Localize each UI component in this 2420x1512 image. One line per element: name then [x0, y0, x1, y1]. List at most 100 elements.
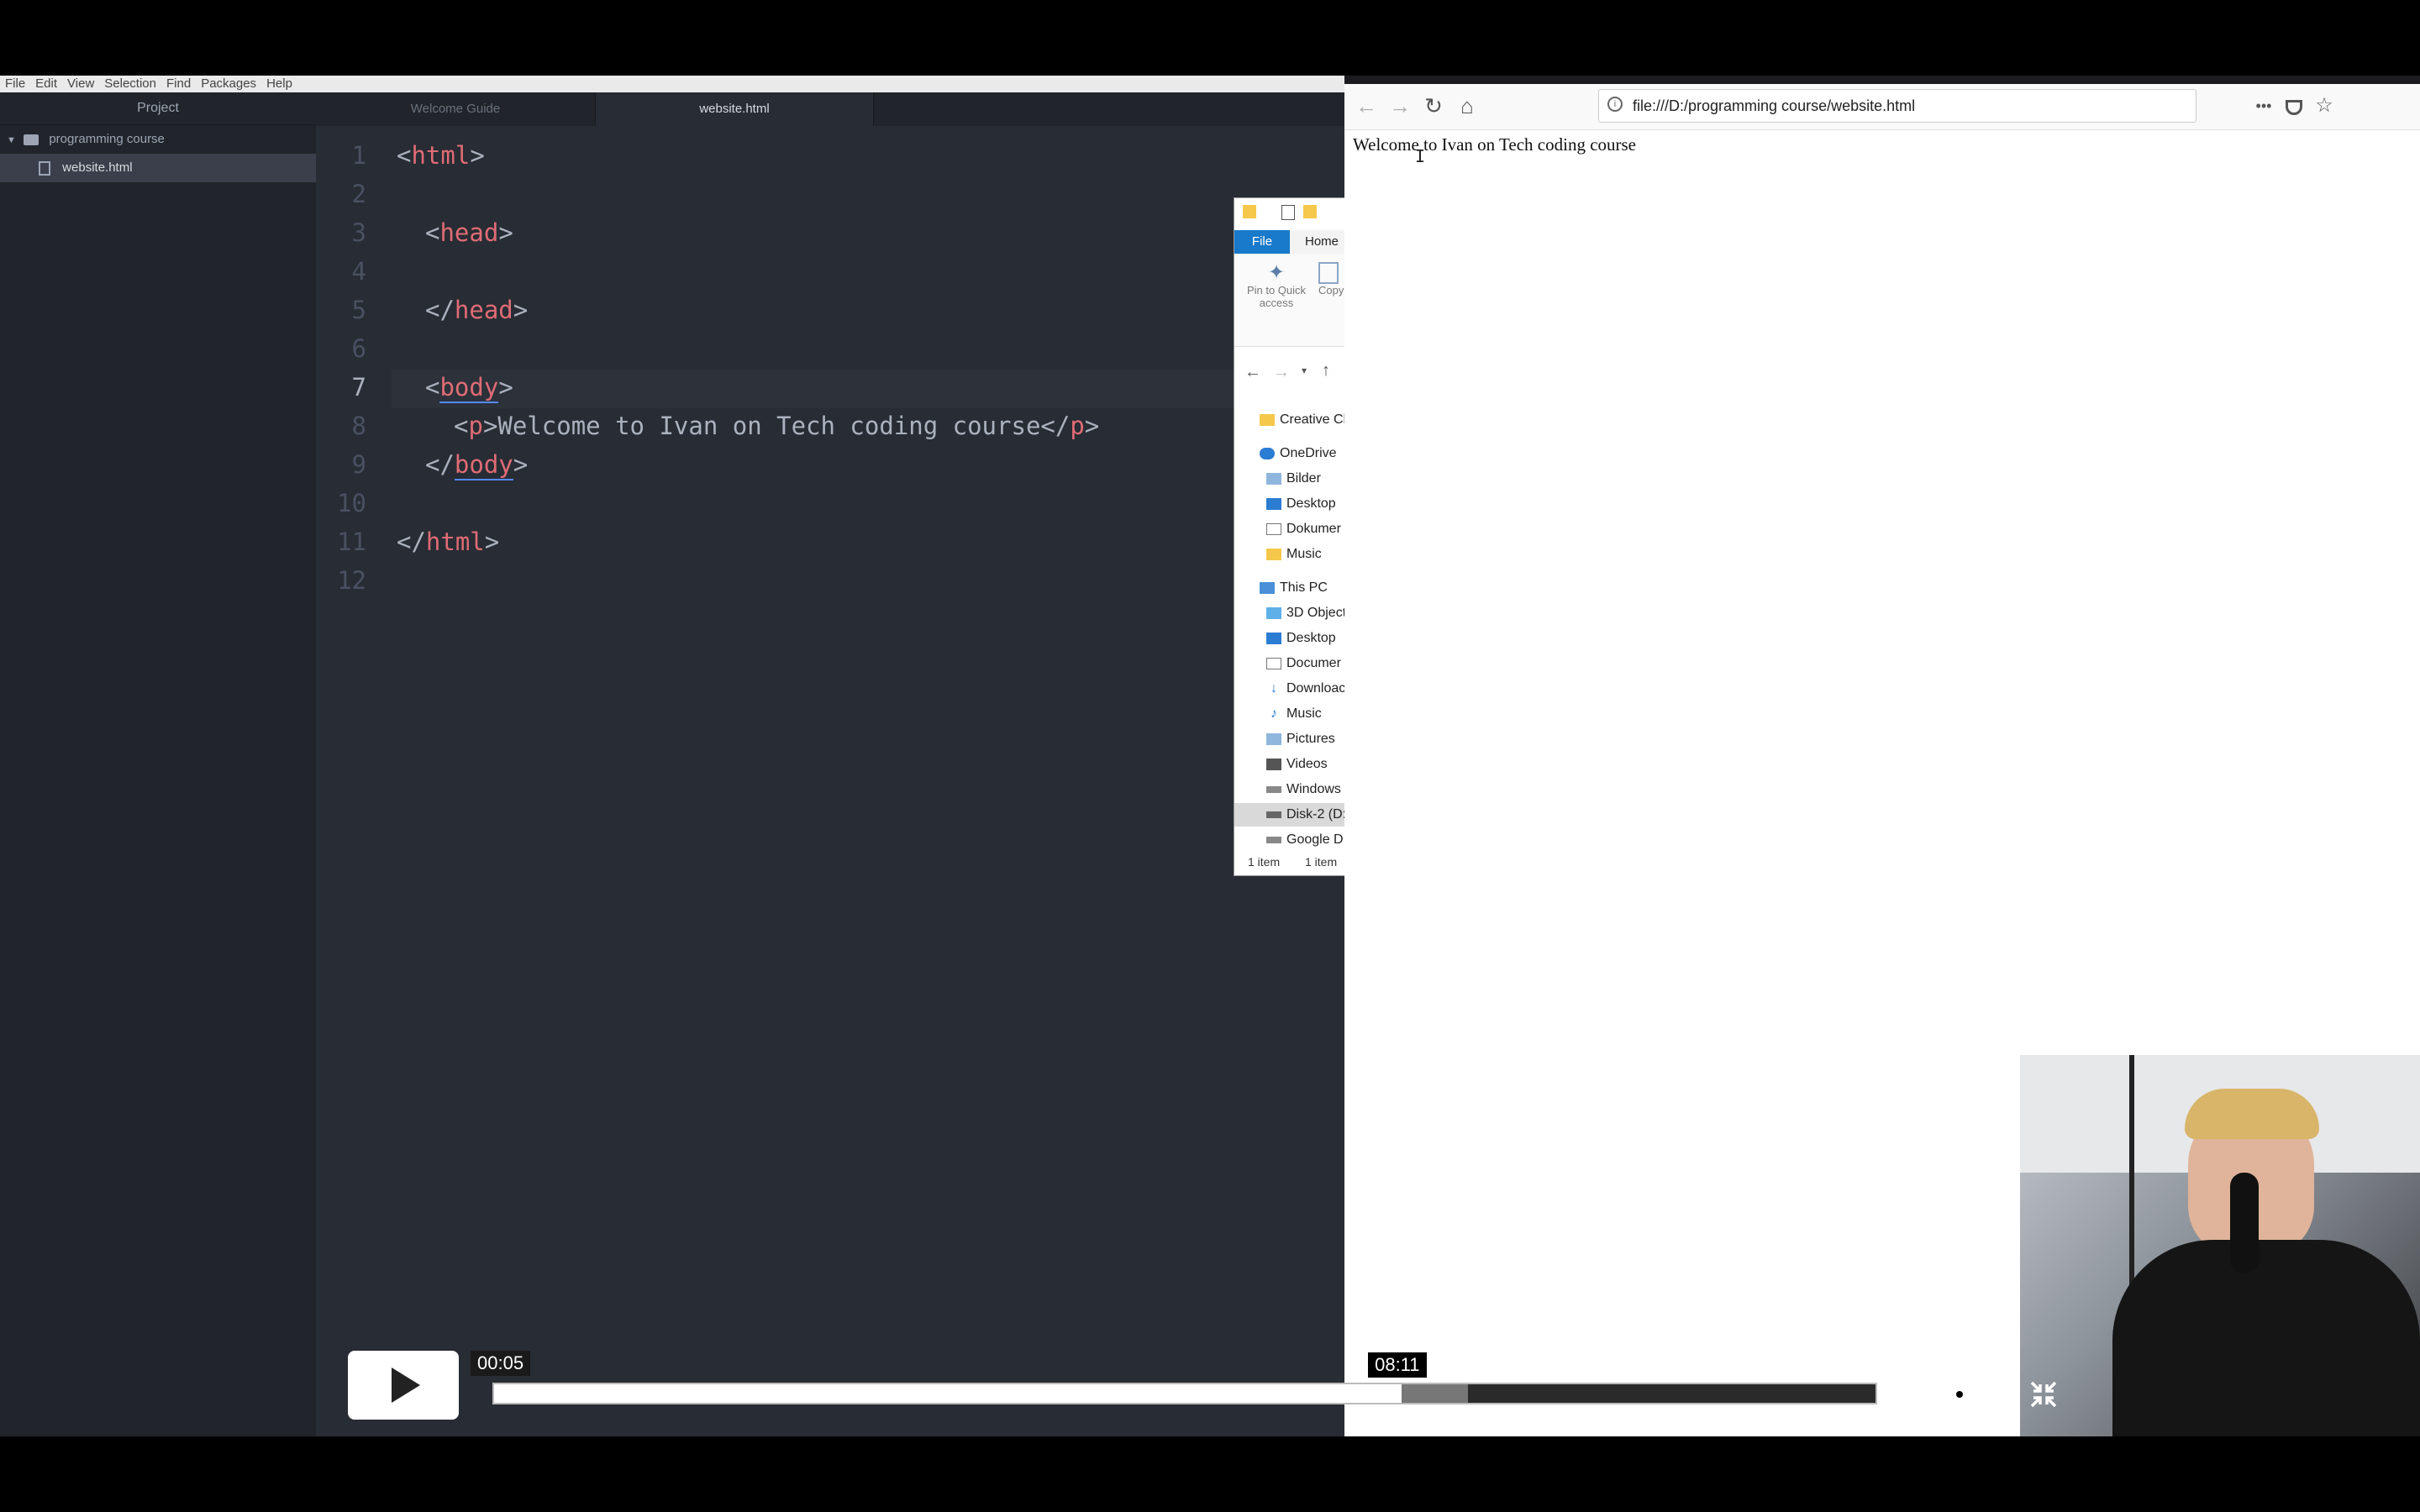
info-icon[interactable]: i [1607, 97, 1623, 112]
play-icon [392, 1368, 420, 1403]
nav-item[interactable]: Music [1234, 543, 1345, 566]
url-text: file:///D:/programming course/website.ht… [1633, 97, 1916, 114]
menu-edit[interactable]: Edit [30, 76, 62, 92]
download-icon: ↓ [1270, 680, 1277, 696]
code-line-11: </html> [397, 528, 500, 556]
text-cursor-icon: I [1415, 146, 1426, 166]
progress-played [494, 1384, 1402, 1403]
nav-item[interactable]: ♪ Music [1234, 702, 1345, 726]
line-number: 6 [351, 334, 366, 363]
nav-item[interactable]: This PC [1234, 576, 1345, 600]
pocket-icon[interactable] [2281, 92, 2307, 119]
nav-item[interactable]: OneDrive [1234, 442, 1345, 465]
chevron-down-icon: ▼ [7, 135, 16, 145]
exit-fullscreen-icon[interactable] [2027, 1378, 2060, 1411]
ribbon-file-tab[interactable]: File [1234, 230, 1290, 254]
more-actions-icon[interactable]: ••• [2250, 92, 2277, 119]
nav-item[interactable]: Google D [1234, 828, 1345, 852]
back-arrow-icon[interactable]: ← [1244, 363, 1261, 382]
status-item-count-2: 1 item [1305, 855, 1338, 869]
play-button[interactable] [348, 1351, 459, 1420]
menu-selection[interactable]: Selection [99, 76, 161, 92]
nav-item[interactable]: ↓ Downloac [1234, 677, 1345, 701]
pin-quick-access-button[interactable]: ✦ Pin to Quick access [1246, 262, 1307, 310]
ribbon-tabs: File Home [1234, 230, 1345, 254]
nav-item[interactable]: Desktop [1234, 627, 1345, 650]
nav-item[interactable]: Bilder [1234, 467, 1345, 491]
line-number: 9 [351, 450, 366, 479]
drive-icon [1266, 836, 1281, 843]
line-number: 11 [337, 528, 366, 556]
explorer-nav: ← → ▾ ↑ [1234, 358, 1345, 391]
tree-file-label: website.html [62, 160, 133, 175]
explorer-titlebar [1234, 198, 1345, 228]
forward-arrow-icon[interactable]: → [1386, 92, 1413, 119]
code-editor-window: File Edit View Selection Find Packages Help Pr… [0, 76, 1344, 1436]
line-number: 10 [337, 489, 366, 517]
copy-icon [1318, 262, 1339, 284]
menu-file[interactable]: File [0, 76, 30, 92]
nav-item[interactable]: Videos [1234, 753, 1345, 776]
nav-item[interactable]: 3D Object [1234, 601, 1345, 625]
line-number: 7 [351, 373, 366, 402]
chevron-down-icon[interactable]: ▾ [1302, 365, 1307, 376]
folder-icon [1266, 548, 1281, 560]
menu-view[interactable]: View [62, 76, 99, 92]
hover-time-tooltip: 08:11 [1366, 1351, 1428, 1379]
desktop-icon [1266, 632, 1281, 644]
current-line-highlight [392, 370, 1344, 408]
line-number: 4 [351, 257, 366, 286]
menu-help[interactable]: Help [261, 76, 297, 92]
project-tree-title: Project [0, 92, 316, 125]
music-icon: ♪ [1270, 706, 1277, 721]
copy-button[interactable]: Copy [1318, 262, 1344, 297]
nav-item-selected[interactable]: Disk-2 (D: [1234, 803, 1345, 827]
code-area[interactable]: <html> <head> </head> <body> <p>Welcome … [392, 126, 1344, 1436]
tree-folder-programming-course[interactable]: ▼ programming course [0, 125, 316, 154]
nav-item[interactable]: Windows [1234, 778, 1345, 801]
file-explorer-window: File Home ✦ Pin to Quick access Copy ← →… [1234, 197, 1346, 876]
current-time: 00:05 [471, 1351, 531, 1376]
progress-bar[interactable] [492, 1383, 1877, 1404]
url-bar[interactable]: i file:///D:/programming course/website.… [1598, 89, 2196, 123]
nav-item[interactable]: Creative Cl [1234, 408, 1345, 432]
presenter-body [2112, 1240, 2420, 1436]
pin-label-2: access [1259, 297, 1294, 309]
tab-welcome-guide[interactable]: Welcome Guide [316, 92, 596, 126]
drive-icon [1266, 785, 1281, 793]
line-number: 3 [351, 218, 366, 247]
line-number-gutter: 1 2 3 4 5 6 7 8 9 10 11 12 [316, 126, 392, 1436]
ribbon-home-tab[interactable]: Home [1305, 230, 1339, 254]
copy-label: Copy [1318, 284, 1344, 297]
status-item-count: 1 item [1248, 855, 1281, 869]
microphone-icon [2230, 1173, 2259, 1273]
cloud-icon [1260, 447, 1275, 459]
folder-icon [1260, 413, 1275, 426]
up-arrow-icon[interactable]: ↑ [1322, 361, 1330, 381]
nav-item[interactable]: Pictures [1234, 727, 1345, 751]
tree-file-website-html[interactable]: website.html [0, 154, 316, 182]
home-icon[interactable]: ⌂ [1454, 92, 1481, 119]
document-icon [1266, 522, 1281, 535]
menu-packages[interactable]: Packages [196, 76, 261, 92]
back-arrow-icon[interactable]: ← [1353, 92, 1380, 119]
menu-find[interactable]: Find [161, 76, 196, 92]
nav-item[interactable]: Dokumer [1234, 517, 1345, 541]
settings-gear-icon[interactable] [1943, 1378, 1976, 1411]
nav-item[interactable]: Desktop [1234, 492, 1345, 516]
reload-icon[interactable]: ↻ [1420, 92, 1447, 119]
code-line-1: <html> [397, 141, 485, 170]
tab-website-html[interactable]: website.html [596, 92, 874, 126]
line-number: 1 [351, 141, 366, 170]
nav-item[interactable]: Documer [1234, 652, 1345, 675]
code-line-8: <p>Welcome to Ivan on Tech coding course… [454, 412, 1100, 440]
quality-bars-icon[interactable] [1891, 1378, 1924, 1411]
forward-arrow-icon[interactable]: → [1273, 363, 1290, 382]
presenter-hair [2185, 1089, 2319, 1139]
code-line-7: <body> [425, 373, 513, 403]
bookmark-star-icon[interactable]: ☆ [2311, 92, 2338, 119]
airplay-icon[interactable] [1986, 1378, 2020, 1411]
drive-icon [1266, 811, 1281, 818]
tab-bar: Welcome Guide website.html [316, 92, 1344, 126]
pictures-icon [1266, 732, 1281, 745]
